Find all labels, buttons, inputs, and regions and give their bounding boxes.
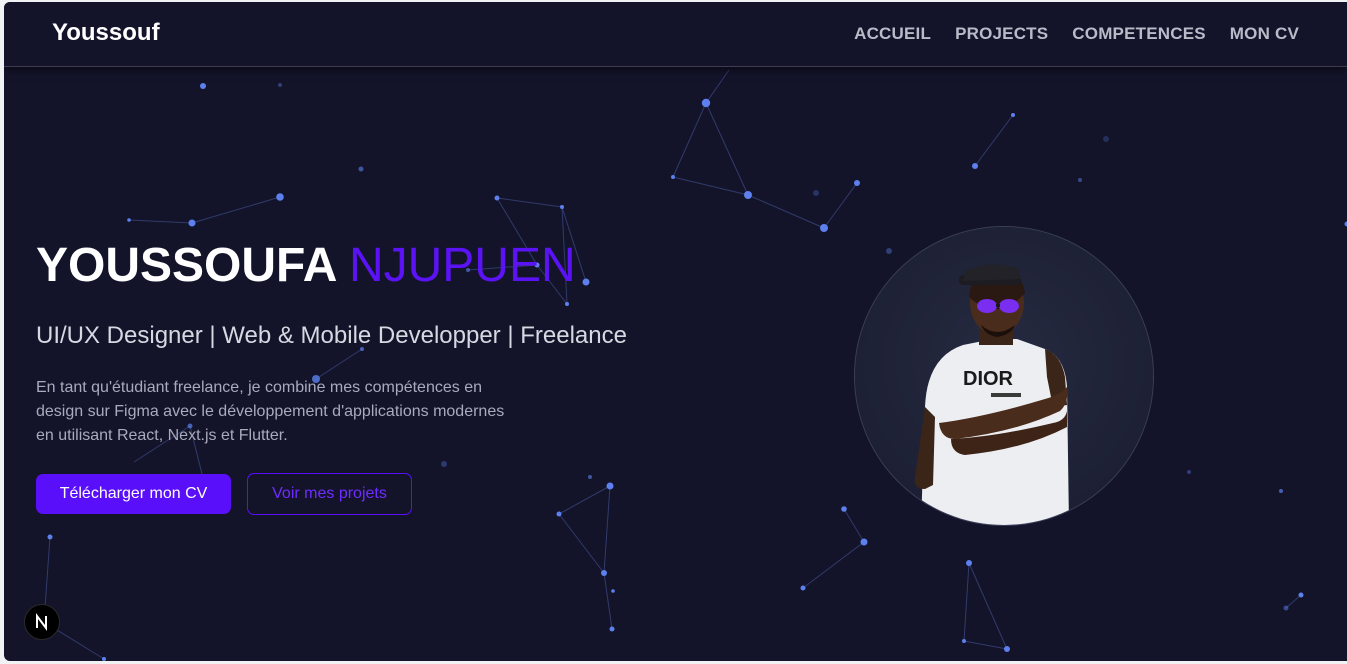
nav-link-accueil[interactable]: ACCUEIL xyxy=(854,24,931,44)
hero-subtitle: UI/UX Designer | Web & Mobile Developper… xyxy=(36,322,627,349)
view-projects-button[interactable]: Voir mes projets xyxy=(247,473,412,515)
nav-link-competences[interactable]: COMPETENCES xyxy=(1072,24,1206,44)
top-navbar: Youssouf ACCUEIL PROJECTS COMPETENCES MO… xyxy=(4,2,1347,67)
hero-first-name: YOUSSOUFA xyxy=(36,239,336,292)
hero-last-name: NJUPUEN xyxy=(348,239,576,292)
page-frame: Youssouf ACCUEIL PROJECTS COMPETENCES MO… xyxy=(4,2,1347,661)
hero-name-heading: YOUSSOUFA NJUPUEN xyxy=(36,238,576,293)
nav-link-projects[interactable]: PROJECTS xyxy=(955,24,1048,44)
nav-links: ACCUEIL PROJECTS COMPETENCES MON CV xyxy=(854,24,1299,44)
profile-photo-illustration: DIOR xyxy=(855,227,1153,525)
nav-link-mon-cv[interactable]: MON CV xyxy=(1230,24,1299,44)
svg-text:DIOR: DIOR xyxy=(963,368,1014,390)
profile-photo: DIOR xyxy=(854,226,1154,526)
nextjs-logo-icon[interactable] xyxy=(24,604,60,640)
nextjs-n-glyph xyxy=(36,613,47,631)
hero-description: En tant qu'étudiant freelance, je combin… xyxy=(36,379,505,444)
brand-logo-text[interactable]: Youssouf xyxy=(52,19,160,47)
download-cv-button[interactable]: Télécharger mon CV xyxy=(36,474,231,514)
